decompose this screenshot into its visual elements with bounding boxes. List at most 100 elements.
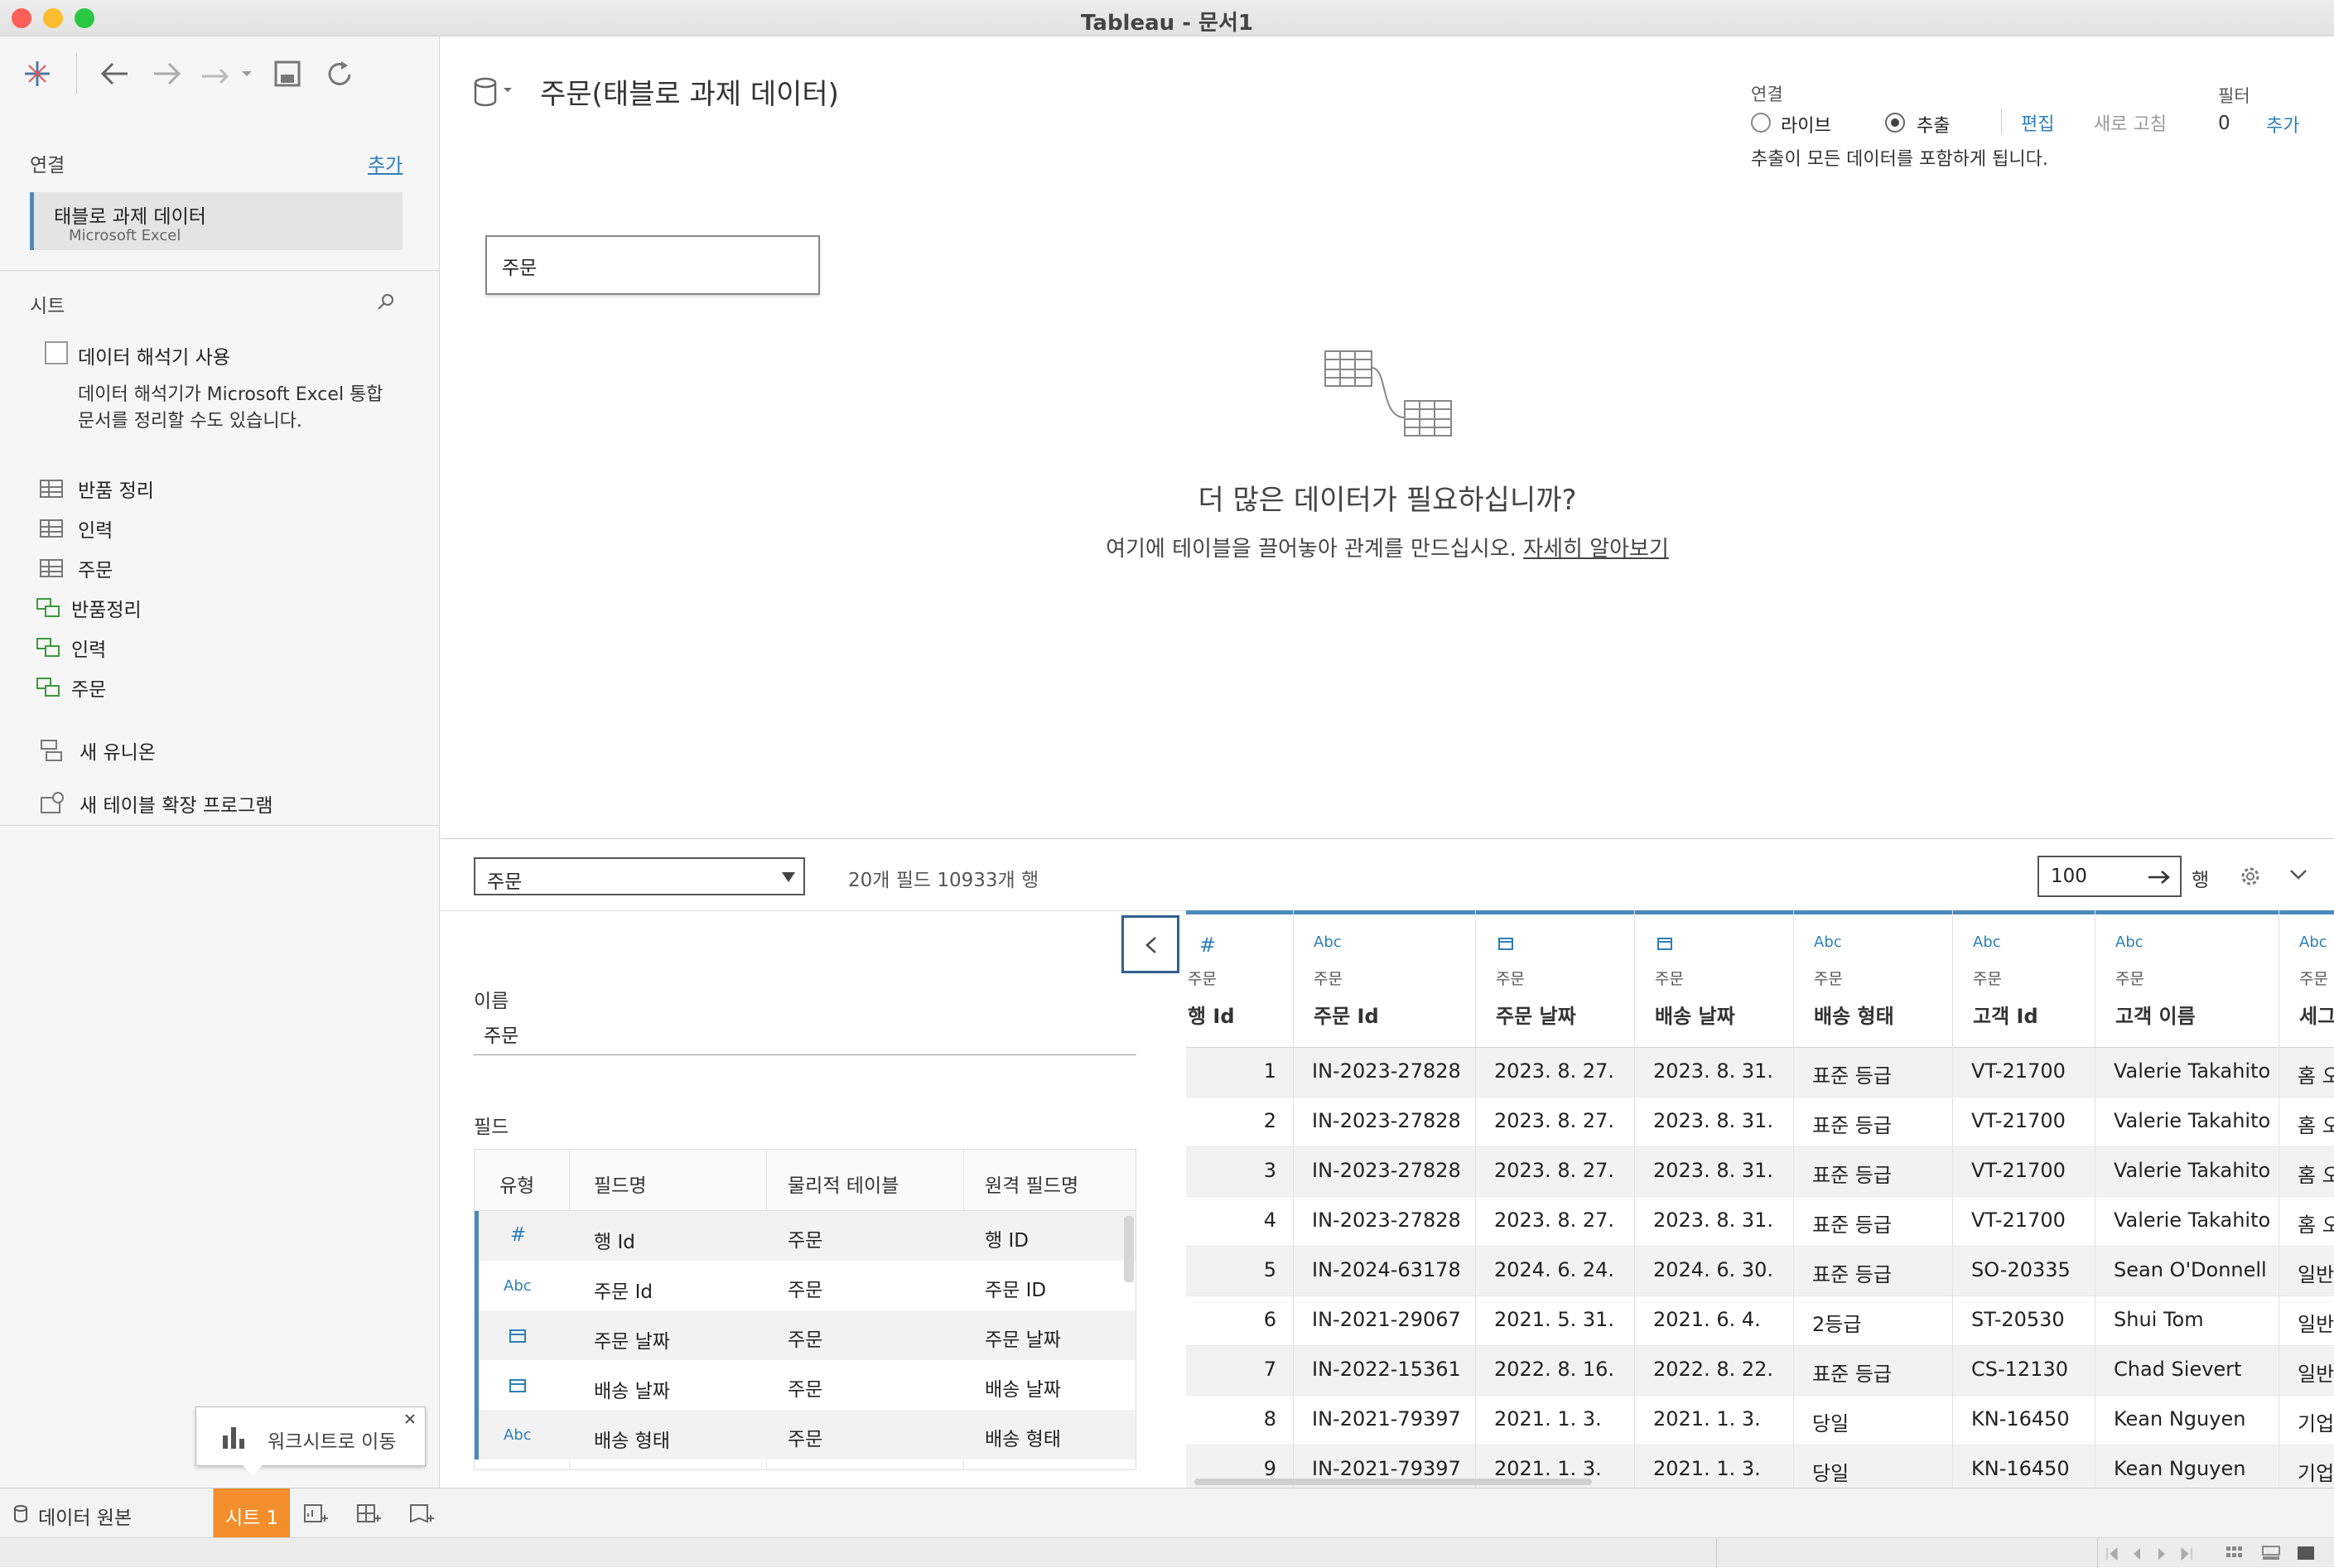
- grid-cell[interactable]: 일반: [2298, 1308, 2334, 1337]
- rows-input[interactable]: 100: [2037, 856, 2182, 897]
- grid-cell[interactable]: 2: [1264, 1109, 1276, 1132]
- field-name[interactable]: 배송 형태: [594, 1425, 670, 1453]
- grid-cell[interactable]: KN-16450: [1971, 1407, 2070, 1430]
- grid-cell[interactable]: 1: [1264, 1059, 1276, 1083]
- grid-cell[interactable]: 홈 오: [2298, 1159, 2334, 1188]
- grid-cell[interactable]: 표준 등급: [1812, 1109, 1892, 1138]
- grid-cell[interactable]: 표준 등급: [1812, 1358, 1892, 1387]
- grid-cell[interactable]: Valerie Takahito: [2114, 1109, 2270, 1132]
- grid-horizontal-scrollbar[interactable]: [1194, 1479, 1592, 1485]
- date-type-icon[interactable]: [1497, 935, 1514, 952]
- grid-cell[interactable]: 표준 등급: [1812, 1209, 1892, 1238]
- new-story-icon[interactable]: [409, 1502, 436, 1527]
- forward-icon[interactable]: [151, 60, 184, 88]
- grid-cell[interactable]: IN-2021-29067: [1312, 1308, 1461, 1331]
- number-type-icon[interactable]: #: [1199, 934, 1216, 957]
- grid-cell[interactable]: IN-2021-79397: [1312, 1457, 1461, 1480]
- column-header-name[interactable]: 주문 Id: [1314, 1000, 1379, 1029]
- go-to-worksheet-tooltip[interactable]: 워크시트로 이동: [195, 1406, 426, 1475]
- column-header-name[interactable]: 세그: [2299, 1000, 2334, 1029]
- grid-cell[interactable]: Valerie Takahito: [2114, 1059, 2270, 1083]
- grid-cell[interactable]: 2021. 1. 3.: [1653, 1407, 1761, 1430]
- field-name[interactable]: 주문 날짜: [594, 1325, 670, 1353]
- collapse-chevron-icon[interactable]: [2289, 869, 2307, 880]
- grid-cell[interactable]: Kean Nguyen: [2114, 1407, 2245, 1430]
- tableau-logo-icon[interactable]: [23, 60, 51, 88]
- string-type-icon[interactable]: Abc: [1973, 934, 2001, 951]
- grid-cell[interactable]: Valerie Takahito: [2114, 1209, 2270, 1232]
- save-icon[interactable]: [273, 60, 301, 88]
- gear-icon[interactable]: [2238, 864, 2263, 889]
- grid-cell[interactable]: 2022. 8. 22.: [1653, 1358, 1773, 1381]
- refresh-icon[interactable]: [325, 60, 354, 89]
- grid-cell[interactable]: 2021. 1. 3.: [1653, 1457, 1761, 1480]
- column-header-name[interactable]: 배송 형태: [1814, 1000, 1894, 1029]
- grid-cell[interactable]: 일반: [2298, 1358, 2334, 1387]
- datasource-icon[interactable]: [474, 76, 517, 109]
- named-range-returns[interactable]: 반품정리: [36, 591, 142, 625]
- field-name[interactable]: 행 Id: [594, 1226, 635, 1254]
- grid-cell[interactable]: 4: [1264, 1209, 1276, 1232]
- named-range-orders[interactable]: 주문: [36, 671, 106, 704]
- logical-table-card[interactable]: 주문: [485, 235, 820, 295]
- column-header-name[interactable]: 고객 Id: [1973, 1000, 2038, 1029]
- join-canvas[interactable]: 주문(태블로 과제 데이터) 연결 라이브 추출 편집 새로 고침 추출이 모든…: [441, 36, 2334, 838]
- grid-cell[interactable]: 2024. 6. 30.: [1653, 1258, 1773, 1281]
- col-name-header[interactable]: 필드명: [594, 1170, 646, 1198]
- grid-cell[interactable]: Kean Nguyen: [2114, 1457, 2245, 1480]
- grid-cell[interactable]: IN-2022-15361: [1312, 1358, 1461, 1381]
- grid-cell[interactable]: VT-21700: [1971, 1109, 2066, 1132]
- string-type-icon[interactable]: Abc: [504, 1277, 532, 1295]
- add-connection-link[interactable]: 추가: [368, 149, 403, 177]
- field-name[interactable]: 주문 Id: [594, 1276, 653, 1304]
- grid-cell[interactable]: 2023. 8. 31.: [1653, 1059, 1773, 1083]
- grid-view-icon[interactable]: [2225, 1545, 2245, 1561]
- named-range-people[interactable]: 인력: [36, 631, 106, 664]
- column-header-name[interactable]: 주문 날짜: [1496, 1000, 1576, 1029]
- sheet-item-orders[interactable]: 주문: [40, 552, 113, 585]
- grid-cell[interactable]: Valerie Takahito: [2114, 1159, 2270, 1182]
- extract-radio[interactable]: [1885, 113, 1905, 133]
- number-type-icon[interactable]: #: [510, 1224, 526, 1246]
- back-icon[interactable]: [98, 60, 131, 88]
- datasource-tab[interactable]: 데이터 원본: [0, 1488, 214, 1538]
- fields-scrollbar[interactable]: [1124, 1216, 1134, 1282]
- filmstrip-view-icon[interactable]: [2261, 1545, 2281, 1561]
- sheet-item-returns[interactable]: 반품 정리: [40, 472, 154, 505]
- datasource-title[interactable]: 주문(태블로 과제 데이터): [540, 71, 839, 112]
- grid-cell[interactable]: 2021. 1. 3.: [1494, 1407, 1602, 1430]
- sheet-search-icon[interactable]: [376, 292, 396, 311]
- grid-cell[interactable]: 9: [1264, 1457, 1276, 1480]
- grid-cell[interactable]: 2023. 8. 27.: [1494, 1059, 1614, 1083]
- grid-cell[interactable]: 홈 오: [2298, 1109, 2334, 1138]
- col-table-header[interactable]: 물리적 테이블: [788, 1170, 899, 1198]
- grid-cell[interactable]: 3: [1264, 1159, 1276, 1182]
- grid-cell[interactable]: 2022. 8. 16.: [1494, 1358, 1614, 1381]
- sheet-item-people[interactable]: 인력: [40, 512, 113, 545]
- grid-cell[interactable]: 7: [1264, 1358, 1276, 1381]
- grid-cell[interactable]: 2021. 1. 3.: [1494, 1457, 1602, 1480]
- string-type-icon[interactable]: Abc: [2115, 934, 2144, 951]
- date-type-icon[interactable]: [1656, 935, 1673, 952]
- new-worksheet-icon[interactable]: [303, 1502, 330, 1527]
- grid-cell[interactable]: IN-2023-27828: [1312, 1159, 1461, 1182]
- learn-more-link[interactable]: 자세히 알아보기: [1523, 537, 1669, 562]
- grid-cell[interactable]: Sean O'Donnell: [2114, 1258, 2267, 1281]
- interpreter-checkbox[interactable]: [45, 341, 68, 364]
- grid-cell[interactable]: 8: [1264, 1407, 1276, 1430]
- close-icon[interactable]: [403, 1412, 417, 1426]
- grid-cell[interactable]: ST-20530: [1971, 1308, 2065, 1331]
- col-type-header[interactable]: 유형: [499, 1170, 534, 1198]
- field-row[interactable]: 배송 날짜 주문 배송 날짜: [475, 1360, 1136, 1410]
- grid-cell[interactable]: 2021. 6. 4.: [1653, 1308, 1761, 1331]
- redo-menu-icon[interactable]: [199, 61, 253, 86]
- table-select[interactable]: 주문: [474, 857, 805, 895]
- sheet-tab[interactable]: 시트 1: [214, 1488, 290, 1538]
- column-header-name[interactable]: 고객 이름: [2115, 1000, 2196, 1029]
- grid-cell[interactable]: 5: [1264, 1258, 1276, 1281]
- grid-cell[interactable]: Shui Tom: [2114, 1308, 2204, 1331]
- grid-cell[interactable]: 기업: [2298, 1407, 2334, 1436]
- grid-cell[interactable]: 2023. 8. 31.: [1653, 1159, 1773, 1182]
- grid-cell[interactable]: 표준 등급: [1812, 1258, 1892, 1287]
- string-type-icon[interactable]: Abc: [1314, 934, 1342, 951]
